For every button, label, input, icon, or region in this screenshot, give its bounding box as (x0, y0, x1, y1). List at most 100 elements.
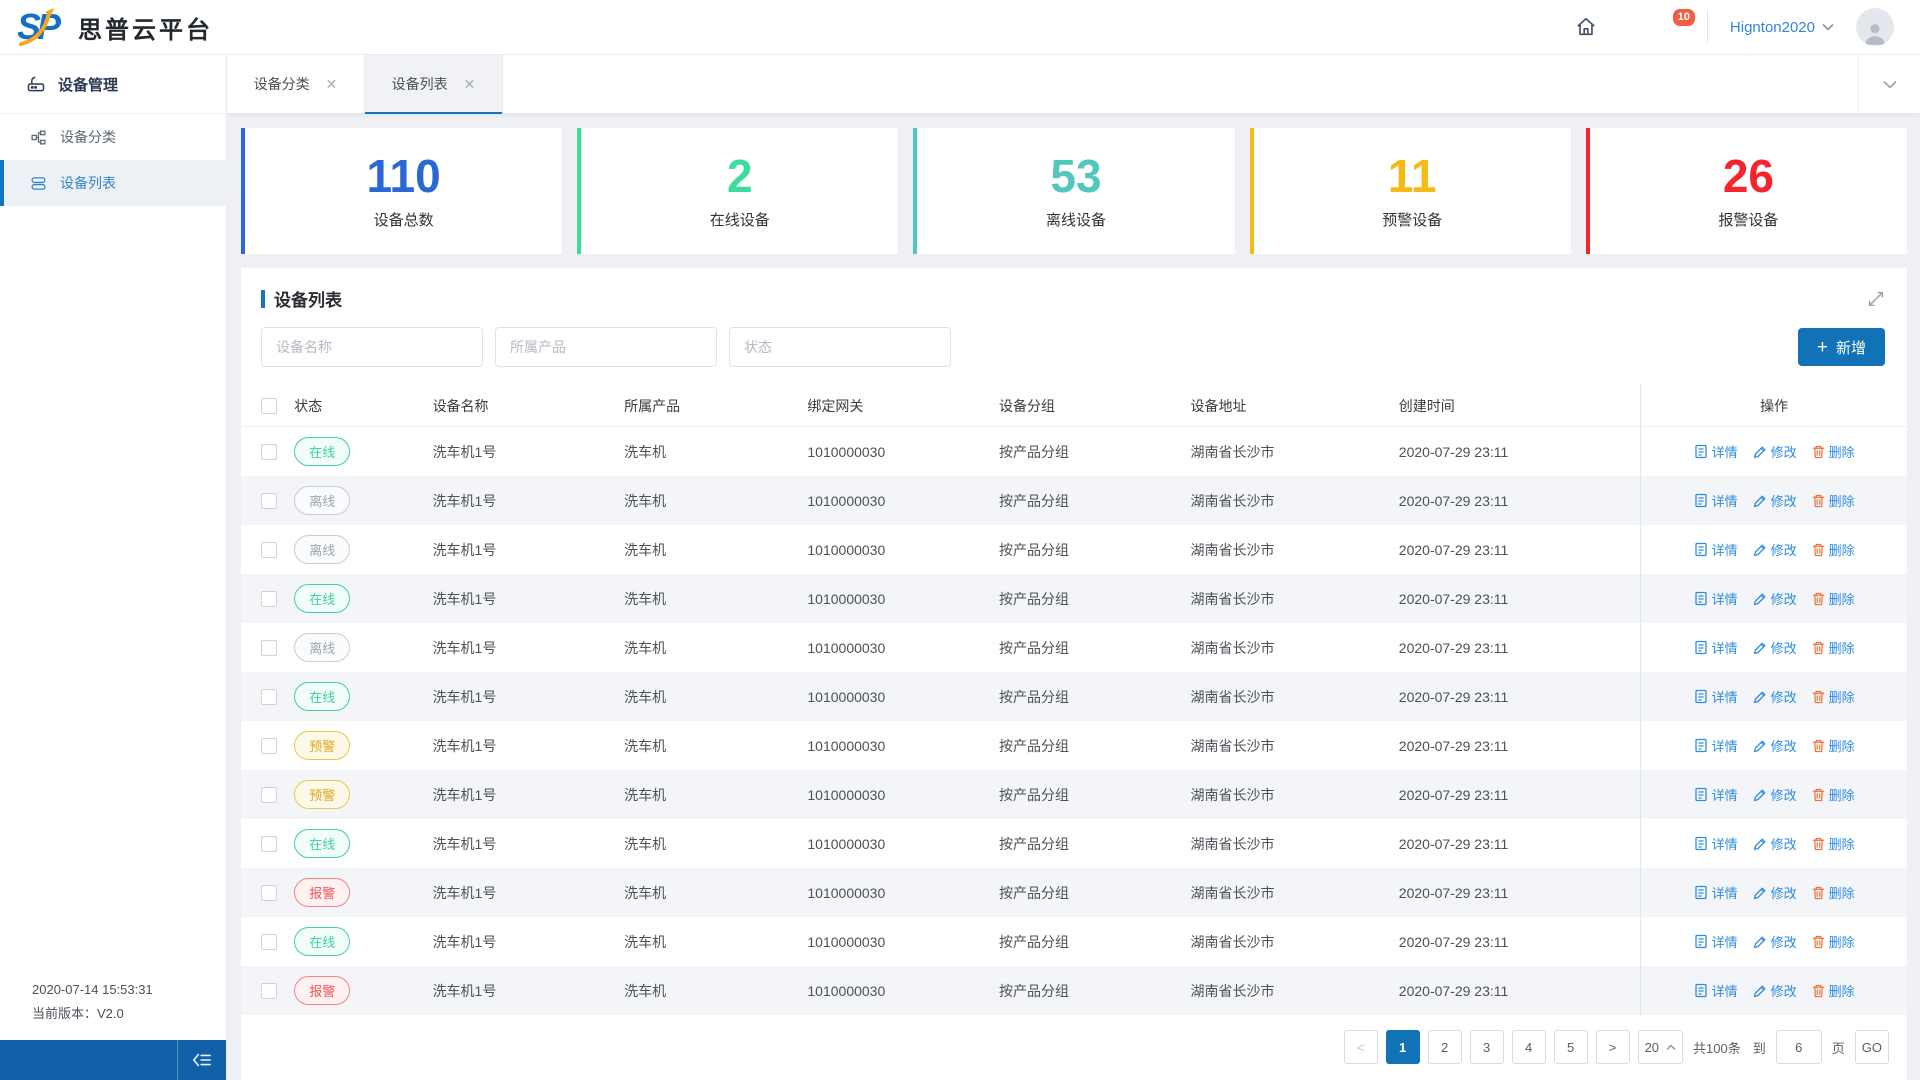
status-badge: 报警 (294, 976, 351, 1005)
row-checkbox[interactable] (261, 541, 277, 558)
device-name: 洗车机1号 (432, 982, 497, 999)
device-address: 湖南省长沙市 (1190, 835, 1275, 852)
row-actions: 详情 修改 删除 (1640, 868, 1907, 917)
edit-link[interactable]: 修改 (1753, 981, 1797, 1000)
device-address: 湖南省长沙市 (1190, 982, 1275, 999)
tab-options-dropdown[interactable] (1858, 55, 1920, 113)
page-button-5[interactable]: 5 (1553, 1030, 1588, 1064)
delete-link[interactable]: 删除 (1812, 834, 1855, 853)
go-button[interactable]: GO (1854, 1030, 1889, 1064)
delete-link[interactable]: 删除 (1812, 687, 1855, 706)
close-icon[interactable]: ✕ (326, 77, 338, 91)
row-checkbox[interactable] (261, 737, 277, 754)
page-button-4[interactable]: 4 (1511, 1030, 1546, 1064)
edit-link[interactable]: 修改 (1753, 638, 1797, 657)
edit-link[interactable]: 修改 (1753, 589, 1797, 608)
user-menu[interactable]: Hignton2020 (1730, 19, 1834, 36)
refresh-icon[interactable] (1531, 16, 1553, 38)
edit-link[interactable]: 修改 (1753, 491, 1797, 510)
select-all-checkbox[interactable] (261, 397, 277, 414)
edit-link[interactable]: 修改 (1753, 687, 1797, 706)
row-checkbox[interactable] (261, 786, 277, 803)
expand-panel-icon[interactable] (1867, 290, 1885, 308)
detail-link[interactable]: 详情 (1694, 442, 1738, 461)
detail-link[interactable]: 详情 (1694, 736, 1738, 755)
row-checkbox[interactable] (261, 590, 277, 607)
page-button-3[interactable]: 3 (1469, 1030, 1504, 1064)
status-filter-input[interactable] (729, 327, 951, 367)
delete-link[interactable]: 删除 (1812, 540, 1855, 559)
edit-icon (1753, 887, 1766, 899)
delete-link[interactable]: 删除 (1812, 491, 1855, 510)
row-checkbox[interactable] (261, 884, 277, 901)
detail-link[interactable]: 详情 (1694, 540, 1738, 559)
avatar[interactable] (1856, 8, 1894, 46)
device-address: 湖南省长沙市 (1190, 639, 1275, 656)
page-size-select[interactable]: 20 (1637, 1030, 1684, 1064)
detail-link[interactable]: 详情 (1694, 883, 1738, 902)
edit-link[interactable]: 修改 (1753, 932, 1797, 951)
chevron-down-icon (1882, 80, 1897, 89)
row-checkbox[interactable] (261, 688, 277, 705)
row-checkbox[interactable] (261, 933, 277, 950)
page-button-1[interactable]: 1 (1385, 1030, 1420, 1064)
page-jump-input[interactable] (1775, 1030, 1822, 1064)
detail-link[interactable]: 详情 (1694, 638, 1738, 657)
detail-link[interactable]: 详情 (1694, 589, 1738, 608)
stat-value: 2 (727, 149, 753, 202)
delete-link[interactable]: 删除 (1812, 932, 1855, 951)
close-icon[interactable]: ✕ (464, 77, 476, 91)
product-name: 洗车机 (624, 835, 667, 852)
detail-link[interactable]: 详情 (1694, 981, 1738, 1000)
detail-link[interactable]: 详情 (1694, 491, 1738, 510)
edit-link[interactable]: 修改 (1753, 834, 1797, 853)
tab-device-category[interactable]: 设备分类 ✕ (227, 55, 365, 113)
add-device-button[interactable]: + 新增 (1797, 328, 1885, 366)
edit-link[interactable]: 修改 (1753, 785, 1797, 804)
top-header: SP 思普云平台 10 Hignton2020 (0, 0, 1920, 55)
page-button-2[interactable]: 2 (1427, 1030, 1462, 1064)
row-checkbox[interactable] (261, 982, 277, 999)
stat-card-offline: 53 离线设备 (913, 128, 1235, 254)
next-page-button[interactable]: > (1595, 1030, 1630, 1064)
row-checkbox[interactable] (261, 639, 277, 656)
edit-link[interactable]: 修改 (1753, 442, 1797, 461)
device-group: 按产品分组 (998, 835, 1069, 852)
row-checkbox[interactable] (261, 492, 277, 509)
edit-link[interactable]: 修改 (1753, 883, 1797, 902)
detail-link[interactable]: 详情 (1694, 834, 1738, 853)
detail-link[interactable]: 详情 (1694, 932, 1738, 951)
row-checkbox[interactable] (261, 835, 277, 852)
topbar-actions: 10 Hignton2020 (1531, 7, 1894, 46)
gateway-id: 1010000030 (807, 835, 886, 852)
delete-icon (1812, 935, 1824, 948)
delete-link[interactable]: 删除 (1812, 442, 1855, 461)
collapse-sidebar-icon[interactable] (178, 1040, 226, 1080)
sidebar-item-device-category[interactable]: 设备分类 (0, 114, 226, 160)
edit-link[interactable]: 修改 (1753, 540, 1797, 559)
delete-link[interactable]: 删除 (1812, 638, 1855, 657)
device-name-filter-input[interactable] (261, 327, 483, 367)
row-checkbox[interactable] (261, 443, 277, 460)
delete-link[interactable]: 删除 (1812, 883, 1855, 902)
delete-link[interactable]: 删除 (1812, 981, 1855, 1000)
document-icon[interactable] (1619, 16, 1641, 38)
stat-value: 110 (366, 149, 441, 202)
table-row: 在线 洗车机1号 洗车机 1010000030 按产品分组 湖南省长沙市 2020-07-2… (241, 672, 1907, 721)
notifications-bell-icon[interactable]: 10 (1663, 7, 1697, 38)
product-name: 洗车机 (624, 492, 667, 509)
edit-link[interactable]: 修改 (1753, 736, 1797, 755)
sidebar-item-device-list[interactable]: 设备列表 (0, 160, 226, 206)
row-actions: 详情 修改 删除 (1640, 721, 1907, 770)
detail-link[interactable]: 详情 (1694, 785, 1738, 804)
delete-link[interactable]: 删除 (1812, 785, 1855, 804)
delete-link[interactable]: 删除 (1812, 736, 1855, 755)
created-time: 2020-07-29 23:11 (1398, 492, 1509, 509)
product-filter-input[interactable] (495, 327, 717, 367)
row-actions: 详情 修改 删除 (1640, 525, 1907, 574)
prev-page-button[interactable]: < (1343, 1030, 1378, 1064)
detail-link[interactable]: 详情 (1694, 687, 1738, 706)
tab-device-list[interactable]: 设备列表 ✕ (365, 55, 503, 114)
delete-link[interactable]: 删除 (1812, 589, 1855, 608)
home-icon[interactable] (1575, 16, 1597, 38)
